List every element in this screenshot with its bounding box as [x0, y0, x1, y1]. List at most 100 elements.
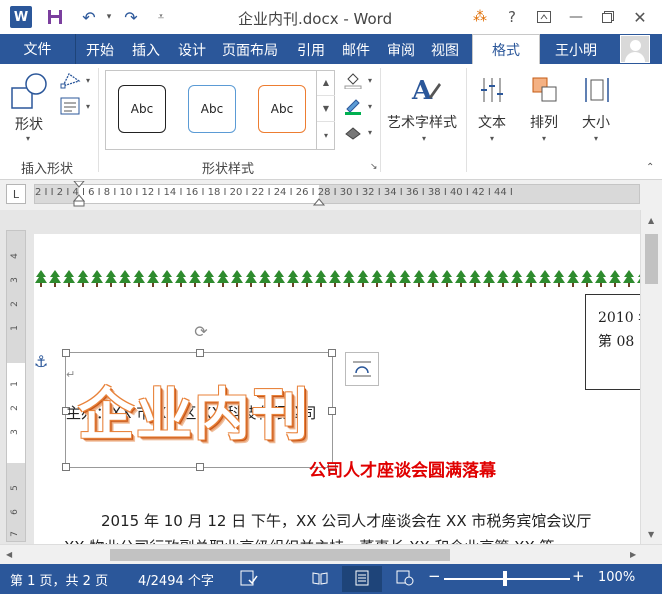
wordart-styles-label[interactable]: 艺术字样式 [387, 112, 457, 132]
body-text-line-2: XX 物业公司行政副总职业高级组织并主持，董事长 XX 和企业高管 XX 等 [64, 536, 555, 544]
gallery-more-icon[interactable]: ▾ [317, 122, 335, 148]
tab-home[interactable]: 开始 [86, 40, 114, 60]
arrange-dropdown-icon[interactable]: ▾ [542, 134, 546, 143]
shape-effects-dropdown-icon[interactable]: ▾ [368, 128, 372, 137]
tab-file[interactable]: 文件 [0, 34, 76, 64]
shape-fill-dropdown-icon[interactable]: ▾ [368, 76, 372, 85]
ribbon-options-icon[interactable] [532, 6, 556, 28]
v-ruler-number: 4 [9, 253, 20, 259]
proofing-icon[interactable] [240, 570, 258, 590]
shape-outline-icon[interactable] [342, 96, 364, 116]
title-bar: W ↶ ▾ ↷ ⩡ 企业内刊.docx - Word ⁂ ? — ✕ [0, 0, 662, 34]
redo-icon[interactable]: ↷ [120, 6, 142, 28]
size-dropdown-icon[interactable]: ▾ [594, 134, 598, 143]
v-ruler-number: 1 [9, 325, 20, 331]
text-box-icon[interactable] [58, 96, 82, 116]
shape-styles-launcher-icon[interactable]: ↘ [370, 162, 378, 172]
v-ruler-number: 5 [9, 485, 20, 491]
shape-effects-icon[interactable] [342, 122, 364, 142]
word-logo-icon[interactable]: W [10, 6, 32, 28]
layout-options-button[interactable] [345, 352, 379, 386]
word-count[interactable]: 4/2494 个字 [138, 570, 214, 589]
resize-handle[interactable] [328, 349, 336, 357]
zoom-slider[interactable] [444, 578, 570, 580]
save-icon[interactable] [44, 6, 66, 28]
shapes-dropdown-icon[interactable]: ▾ [26, 134, 30, 143]
text-box-dropdown-icon[interactable]: ▾ [86, 102, 90, 111]
gallery-up-icon[interactable]: ▲ [317, 70, 335, 96]
collapse-ribbon-icon[interactable]: ⌃ [646, 162, 654, 173]
tab-insert[interactable]: 插入 [132, 40, 160, 60]
zoom-in-icon[interactable]: + [572, 567, 585, 585]
ribbon-display-icon[interactable]: ⁂ [468, 6, 492, 28]
zoom-level[interactable]: 100% [598, 570, 635, 585]
scroll-down-icon[interactable]: ▼ [648, 530, 654, 539]
horizontal-ruler-numbers: 2 I I 2 I 4 I 6 I 8 I 10 I 12 I 14 I 16 … [35, 187, 513, 198]
shape-fill-icon[interactable] [342, 70, 364, 90]
close-icon[interactable]: ✕ [628, 6, 652, 28]
shapes-icon[interactable] [10, 72, 50, 112]
read-mode-icon[interactable] [312, 570, 328, 590]
scroll-up-icon[interactable]: ▲ [648, 216, 654, 225]
scroll-left-icon[interactable]: ◀ [6, 550, 12, 559]
size-label[interactable]: 大小 [582, 112, 610, 132]
tab-selector[interactable]: L [6, 184, 26, 204]
web-layout-icon[interactable] [396, 570, 414, 590]
tab-design[interactable]: 设计 [178, 40, 206, 60]
wordart-title[interactable]: 企业内刊 [78, 370, 310, 451]
tab-review[interactable]: 审阅 [387, 40, 415, 60]
tab-references[interactable]: 引用 [297, 40, 325, 60]
help-button[interactable]: ? [500, 6, 524, 28]
arrange-icon[interactable] [528, 72, 562, 108]
edit-shape-icon[interactable] [58, 70, 84, 90]
wordart-styles-icon[interactable]: A [408, 72, 442, 108]
document-page[interactable]: 2010 年 第 08 ⚓ ⟳ ↵ 主办：XX 市 XX 区 XX 科技有限公司… [34, 234, 640, 544]
rotate-handle-icon[interactable]: ⟳ [192, 322, 210, 341]
horizontal-scrollbar[interactable]: ◀ ▶ [0, 544, 662, 564]
shape-style-1[interactable]: Abc [118, 85, 166, 133]
scroll-right-icon[interactable]: ▶ [630, 550, 636, 559]
vertical-ruler[interactable]: 4 3 2 1 1 2 3 5 6 7 [6, 230, 26, 542]
vertical-scroll-thumb[interactable] [645, 234, 658, 284]
vertical-scrollbar[interactable]: ▲ ▼ [640, 210, 662, 544]
minimize-icon[interactable]: — [564, 6, 588, 28]
print-layout-icon[interactable] [354, 570, 370, 590]
customize-quick-access-icon[interactable]: ⩡ [150, 6, 172, 28]
anchor-icon[interactable]: ⚓ [34, 352, 48, 371]
resize-handle[interactable] [62, 463, 70, 471]
avatar[interactable] [620, 35, 650, 63]
shapes-button-label[interactable]: 形状 [15, 114, 43, 134]
indent-marker-icon[interactable] [73, 181, 85, 207]
edit-shape-dropdown-icon[interactable]: ▾ [86, 76, 90, 85]
resize-handle[interactable] [196, 463, 204, 471]
resize-handle[interactable] [62, 349, 70, 357]
shape-style-3[interactable]: Abc [258, 85, 306, 133]
resize-handle[interactable] [328, 407, 336, 415]
text-icon[interactable] [476, 72, 510, 108]
horizontal-scroll-thumb[interactable] [110, 549, 450, 561]
shape-outline-dropdown-icon[interactable]: ▾ [368, 102, 372, 111]
size-icon[interactable] [580, 72, 614, 108]
zoom-out-icon[interactable]: − [428, 567, 441, 585]
date-text-box[interactable]: 2010 年 第 08 [585, 294, 640, 390]
shape-style-2[interactable]: Abc [188, 85, 236, 133]
text-label[interactable]: 文本 [478, 112, 506, 132]
horizontal-ruler[interactable]: 2 I I 2 I 4 I 6 I 8 I 10 I 12 I 14 I 16 … [34, 181, 640, 207]
tab-page-layout[interactable]: 页面布局 [222, 40, 278, 60]
right-indent-marker-icon[interactable] [313, 197, 325, 207]
page-count[interactable]: 第 1 页，共 2 页 [10, 570, 108, 589]
wordart-styles-dropdown-icon[interactable]: ▾ [422, 134, 426, 143]
undo-icon[interactable]: ↶ [78, 6, 100, 28]
restore-icon[interactable] [596, 6, 620, 28]
resize-handle[interactable] [196, 349, 204, 357]
text-dropdown-icon[interactable]: ▾ [490, 134, 494, 143]
arrange-label[interactable]: 排列 [530, 112, 558, 132]
gallery-down-icon[interactable]: ▼ [317, 96, 335, 122]
user-name[interactable]: 王小明 [555, 40, 597, 60]
undo-dropdown-icon[interactable]: ▾ [98, 6, 120, 28]
zoom-slider-thumb[interactable] [503, 571, 507, 586]
tab-view[interactable]: 视图 [431, 40, 459, 60]
tab-mailings[interactable]: 邮件 [342, 40, 370, 60]
tab-format[interactable]: 格式 [472, 34, 540, 64]
gallery-scroll[interactable]: ▲ ▼ ▾ [316, 70, 335, 150]
